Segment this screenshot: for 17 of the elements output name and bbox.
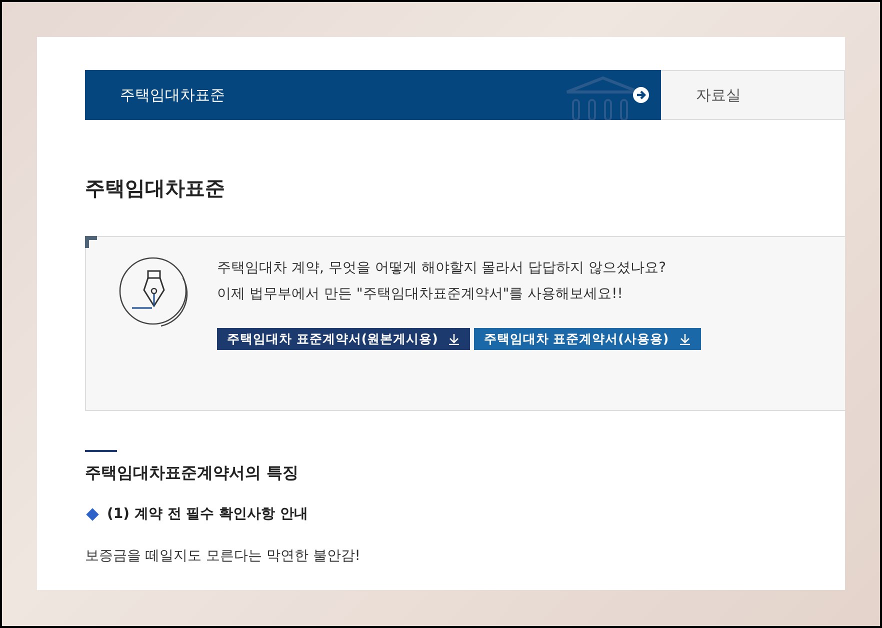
nav-tab[interactable]: 자료실 <box>661 70 845 120</box>
info-text: 주택임대차 계약, 무엇을 어떻게 해야할지 몰라서 답답하지 않으셨나요? <box>217 259 668 278</box>
diamond-bullet-icon <box>86 508 99 520</box>
section-title: 주택임대차표준계약서의 특징 <box>85 463 300 483</box>
fountain-pen-icon <box>118 256 190 328</box>
arrow-icon <box>633 87 649 103</box>
body-text: 보증금을 떼일지도 모른다는 막연한 불안감! <box>85 547 362 565</box>
page-title: 주택임대차표준 <box>85 176 226 200</box>
nav-tab[interactable]: 주택임대차표준 <box>85 70 661 120</box>
download-icon <box>678 333 691 345</box>
info-text: 이제 법무부에서 만든 "주택임대차표준계약서"를 사용해보세요!! <box>217 285 624 304</box>
download-button[interactable]: 주택임대차 표준계약서(사용용) <box>474 328 701 350</box>
corner-mark <box>85 236 97 248</box>
subsection-title: (1) 계약 전 필수 확인사항 안내 <box>107 505 308 523</box>
accent-line <box>85 450 117 452</box>
download-icon <box>448 333 460 345</box>
download-button[interactable]: 주택임대차 표준계약서(원본게시용) <box>217 328 470 350</box>
